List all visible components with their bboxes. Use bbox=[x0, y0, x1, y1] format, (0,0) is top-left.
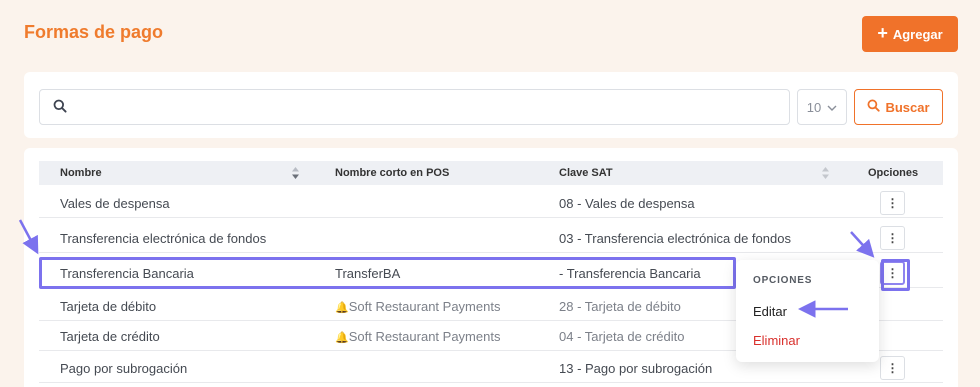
table-row: Transferencia electrónica de fondos 03 -… bbox=[39, 223, 943, 253]
options-button[interactable]: ⋮ bbox=[880, 356, 905, 380]
table-header: Nombre Nombre corto en POS Clave SAT Opc… bbox=[39, 161, 943, 185]
vertical-ellipsis-icon: ⋮ bbox=[886, 361, 899, 375]
cell-nombre: Tarjeta de crédito bbox=[60, 329, 160, 344]
search-icon bbox=[867, 99, 881, 115]
add-button[interactable]: + Agregar bbox=[862, 16, 958, 52]
cell-nombre-corto: 🔔Soft Restaurant Payments bbox=[335, 329, 501, 344]
plus-icon: + bbox=[877, 23, 888, 43]
column-header-clave-sat[interactable]: Clave SAT bbox=[559, 167, 613, 179]
page-title: Formas de pago bbox=[24, 22, 164, 42]
search-input[interactable] bbox=[76, 90, 776, 124]
column-header-nombre[interactable]: Nombre bbox=[60, 167, 102, 179]
column-header-opciones: Opciones bbox=[868, 167, 919, 179]
cell-nombre: Vales de despensa bbox=[60, 196, 170, 211]
search-card: 10 Buscar bbox=[24, 72, 958, 138]
search-button-label: Buscar bbox=[885, 99, 930, 115]
vertical-ellipsis-icon: ⋮ bbox=[886, 196, 899, 210]
bell-icon: 🔔 bbox=[335, 302, 349, 314]
vertical-ellipsis-icon: ⋮ bbox=[886, 231, 899, 245]
menu-item-edit[interactable]: Editar bbox=[753, 304, 787, 319]
options-button[interactable]: ⋮ bbox=[880, 226, 905, 250]
bell-icon: 🔔 bbox=[335, 332, 349, 344]
cell-clave-sat: 13 - Pago por subrogación bbox=[559, 361, 713, 376]
cell-nombre: Tarjeta de débito bbox=[60, 299, 157, 314]
cell-nombre: Pago por subrogación bbox=[60, 361, 188, 376]
cell-clave-sat: - Transferencia Bancaria bbox=[559, 266, 701, 281]
cell-clave-sat: 03 - Transferencia electrónica de fondos bbox=[559, 231, 791, 246]
vertical-ellipsis-icon: ⋮ bbox=[886, 266, 899, 280]
sort-icon[interactable] bbox=[292, 167, 299, 179]
cell-nombre: Transferencia electrónica de fondos bbox=[60, 231, 267, 246]
search-icon bbox=[53, 99, 67, 118]
cell-nombre: Transferencia Bancaria bbox=[60, 266, 194, 281]
column-header-nombre-corto[interactable]: Nombre corto en POS bbox=[335, 167, 449, 179]
chevron-down-icon bbox=[827, 100, 837, 115]
page-size-select[interactable]: 10 bbox=[797, 89, 847, 125]
options-button[interactable]: ⋮ bbox=[880, 261, 905, 285]
sort-icon[interactable] bbox=[822, 167, 829, 179]
cell-clave-sat: 04 - Tarjeta de crédito bbox=[559, 329, 685, 344]
options-dropdown-menu: OPCIONES Editar Eliminar bbox=[736, 260, 879, 362]
cell-clave-sat: 28 - Tarjeta de débito bbox=[559, 299, 681, 314]
search-box[interactable] bbox=[39, 89, 790, 125]
menu-item-delete[interactable]: Eliminar bbox=[753, 333, 800, 348]
menu-header: OPCIONES bbox=[753, 275, 813, 286]
add-button-label: Agregar bbox=[892, 26, 943, 42]
search-button[interactable]: Buscar bbox=[854, 89, 943, 125]
cell-nombre-corto: 🔔Soft Restaurant Payments bbox=[335, 299, 501, 314]
options-button[interactable]: ⋮ bbox=[880, 191, 905, 215]
cell-nombre-corto: TransferBA bbox=[335, 266, 401, 281]
page-size-value: 10 bbox=[806, 99, 822, 115]
cell-clave-sat: 08 - Vales de despensa bbox=[559, 196, 695, 211]
table-row: Vales de despensa 08 - Vales de despensa… bbox=[39, 188, 943, 218]
